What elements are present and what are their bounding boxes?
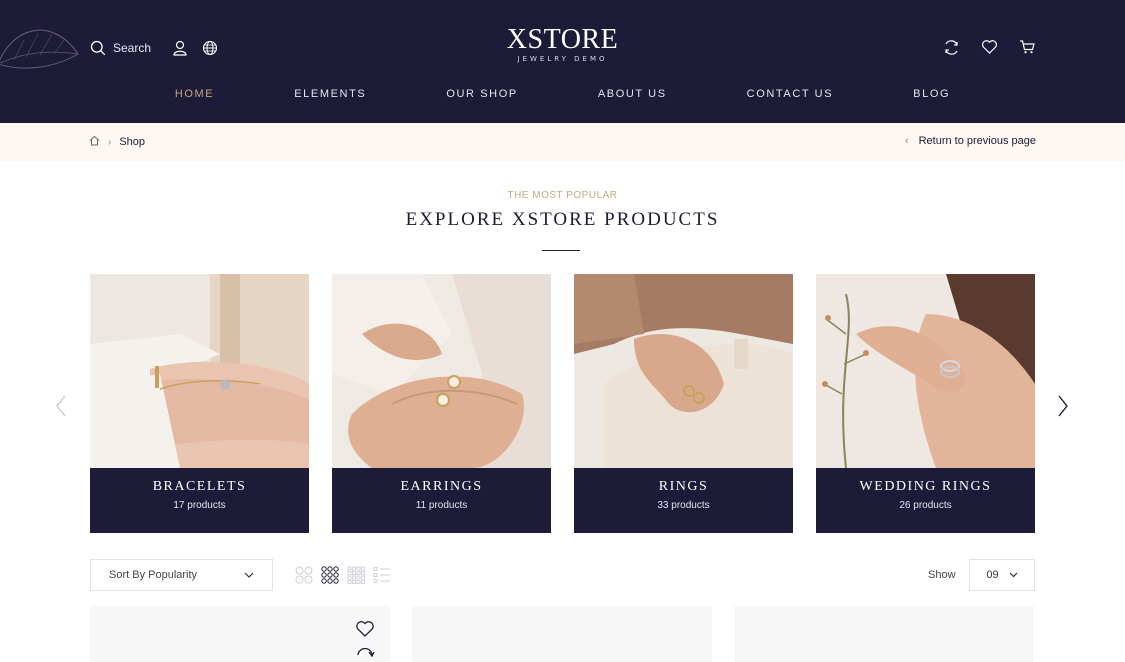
grid-2-view-icon[interactable]	[295, 566, 313, 589]
compare-icon[interactable]	[355, 647, 375, 662]
home-icon[interactable]	[89, 135, 100, 149]
category-footer: EARRINGS 11 products	[332, 468, 551, 533]
product-card[interactable]	[412, 606, 712, 662]
carousel-prev-button[interactable]	[52, 392, 70, 420]
category-name: EARRINGS	[400, 479, 483, 494]
breadcrumb-bar: › Shop ‹ Return to previous page	[0, 123, 1125, 161]
category-count: 26 products	[899, 500, 952, 511]
list-view-icon[interactable]	[373, 566, 391, 589]
breadcrumb: › Shop	[89, 135, 145, 149]
breadcrumb-current: Shop	[119, 136, 146, 148]
product-card[interactable]	[734, 606, 1034, 662]
nav-item-contact-us[interactable]: CONTACT US	[747, 88, 834, 100]
grid-4-view-icon[interactable]	[347, 566, 365, 589]
category-card-wedding-rings[interactable]: WEDDING RINGS 26 products	[816, 274, 1035, 533]
category-footer: WEDDING RINGS 26 products	[816, 468, 1035, 533]
main-nav: HOME ELEMENTS OUR SHOP ABOUT US CONTACT …	[0, 88, 1125, 100]
wishlist-heart-icon[interactable]	[355, 620, 375, 643]
cart-icon[interactable]	[1018, 38, 1036, 56]
chevron-right-icon	[1058, 395, 1068, 417]
category-name: RINGS	[658, 479, 709, 494]
breadcrumb-chevron-icon: ›	[108, 136, 112, 148]
chevron-left-icon	[56, 395, 66, 417]
category-name: WEDDING RINGS	[859, 479, 992, 494]
chevron-down-icon	[1009, 572, 1018, 578]
carousel-next-button[interactable]	[1054, 392, 1072, 420]
category-name: BRACELETS	[152, 479, 247, 494]
nav-item-home[interactable]: HOME	[175, 88, 214, 100]
per-page-value: 09	[986, 569, 999, 581]
section-kicker: THE MOST POPULAR	[507, 190, 618, 201]
per-page-select[interactable]: 09	[969, 559, 1035, 591]
category-count: 11 products	[415, 500, 468, 511]
return-label: Return to previous page	[918, 135, 1036, 147]
nav-item-blog[interactable]: BLOG	[913, 88, 950, 100]
category-card-bracelets[interactable]: BRACELETS 17 products	[90, 274, 309, 533]
nav-item-about-us[interactable]: ABOUT US	[598, 88, 667, 100]
wishlist-heart-icon[interactable]	[980, 38, 998, 56]
bracelets-image	[90, 274, 309, 468]
header-utility-right	[942, 38, 1036, 56]
rings-image	[574, 274, 793, 468]
view-mode-switcher	[295, 566, 391, 589]
product-card[interactable]	[90, 606, 390, 662]
category-card-earrings[interactable]: EARRINGS 11 products	[332, 274, 551, 533]
category-count: 17 products	[173, 500, 226, 511]
site-header: Search XSTORE JEWELRY DEMO HOME ELEMENTS…	[0, 0, 1125, 123]
compare-icon[interactable]	[942, 38, 960, 56]
category-count: 33 products	[657, 500, 710, 511]
show-label: Show	[928, 569, 956, 581]
nav-item-elements[interactable]: ELEMENTS	[294, 88, 366, 100]
sort-select[interactable]: Sort By Popularity	[90, 559, 273, 591]
chevron-left-icon: ‹	[904, 135, 909, 147]
sort-value: Sort By Popularity	[109, 569, 198, 581]
section-title: EXPLORE XSTORE PRODUCTS	[405, 209, 720, 230]
wedding-rings-image	[816, 274, 1035, 468]
return-to-previous-page-link[interactable]: ‹ Return to previous page	[905, 135, 1036, 147]
chevron-down-icon	[244, 572, 254, 578]
earrings-image	[332, 274, 551, 468]
title-divider	[542, 250, 580, 251]
category-footer: BRACELETS 17 products	[90, 468, 309, 533]
category-card-rings[interactable]: RINGS 33 products	[574, 274, 793, 533]
category-footer: RINGS 33 products	[574, 468, 793, 533]
grid-3-view-icon[interactable]	[321, 566, 339, 589]
nav-item-our-shop[interactable]: OUR SHOP	[446, 88, 517, 100]
